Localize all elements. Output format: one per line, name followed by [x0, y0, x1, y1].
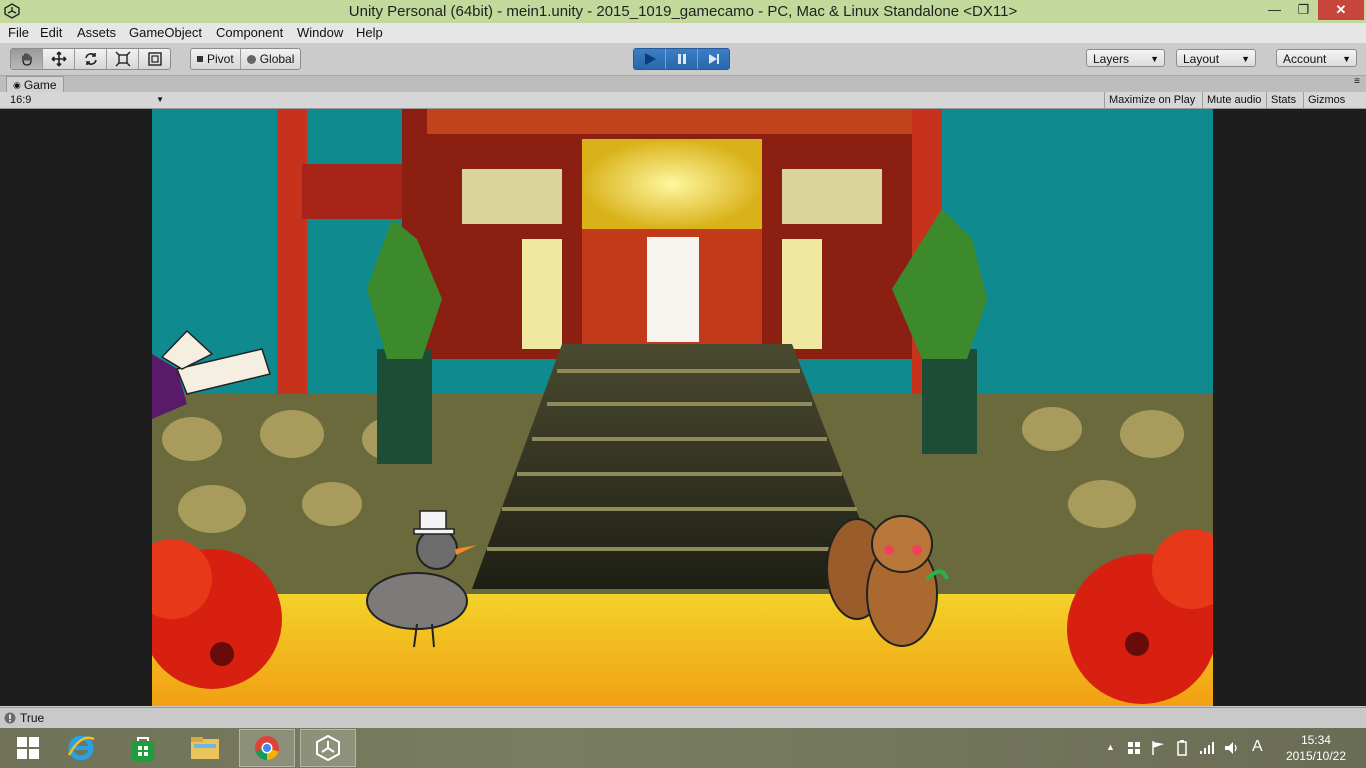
rect-transform-icon — [147, 52, 162, 66]
battery-icon[interactable] — [1175, 740, 1189, 756]
taskbar-unity[interactable] — [300, 729, 356, 767]
menu-window[interactable]: Window — [297, 25, 343, 40]
global-label: Global — [259, 52, 295, 66]
ime-indicator[interactable]: A — [1252, 738, 1263, 756]
folder-icon — [191, 737, 219, 759]
game-view[interactable] — [152, 109, 1213, 706]
rect-tool-button[interactable] — [139, 49, 170, 69]
gate-roof-beam — [427, 109, 917, 134]
left-dragon-panel — [462, 169, 562, 224]
aspect-ratio-dropdown[interactable]: 16:9 ▼ — [6, 92, 166, 108]
game-tab-bar: ◉ Game ≡ — [0, 76, 1366, 93]
minimize-button[interactable]: — — [1261, 0, 1288, 20]
gate-opening — [647, 237, 699, 342]
aspect-label: 16:9 — [10, 94, 32, 106]
store-bag-icon — [132, 737, 154, 761]
pause-icon — [677, 54, 686, 64]
window-title: Unity Personal (64bit) - mein1.unity - 2… — [348, 3, 1018, 20]
dropdown-arrow-icon: ▼ — [156, 95, 164, 104]
menu-assets[interactable]: Assets — [77, 25, 116, 40]
dropdown-arrow-icon: ▼ — [1150, 54, 1159, 64]
dropdown-arrow-icon: ▼ — [1342, 54, 1351, 64]
title-bar: Unity Personal (64bit) - mein1.unity - 2… — [0, 0, 1366, 23]
menu-gameobject[interactable]: GameObject — [129, 25, 202, 40]
move-tool-button[interactable] — [43, 49, 75, 69]
windows-taskbar: ▲ A 15:34 2015/10/22 — [0, 728, 1366, 768]
scale-tool-button[interactable] — [107, 49, 139, 69]
account-label: Account — [1283, 52, 1327, 66]
globe-icon — [246, 54, 256, 64]
rotate-icon — [84, 53, 97, 65]
play-button[interactable] — [634, 49, 666, 69]
clock-date: 2015/10/22 — [1285, 749, 1346, 763]
pivot-button[interactable]: Pivot — [191, 49, 241, 69]
console-status-bar[interactable]: True — [0, 707, 1366, 729]
step-button[interactable] — [698, 49, 729, 69]
left-pillar — [277, 109, 307, 394]
unity-icon — [316, 734, 340, 762]
console-status-text: True — [20, 711, 45, 725]
gate-glow-panel — [582, 139, 762, 229]
game-view-toolbar: 16:9 ▼ Maximize on Play Mute audio Stats… — [0, 92, 1366, 109]
step-icon — [708, 54, 719, 64]
volume-icon[interactable] — [1224, 741, 1240, 755]
flag-icon[interactable] — [1151, 740, 1165, 756]
maximize-button[interactable]: ❐ — [1290, 0, 1317, 20]
dropdown-arrow-icon: ▼ — [1241, 54, 1250, 64]
hand-icon — [21, 53, 32, 66]
info-icon — [4, 712, 16, 724]
layers-label: Layers — [1093, 52, 1130, 66]
network-signal-icon[interactable] — [1199, 741, 1215, 755]
left-window — [522, 239, 562, 349]
account-dropdown[interactable]: Account ▼ — [1276, 49, 1357, 67]
gizmos-dropdown[interactable]: Gizmos — [1303, 92, 1349, 108]
transform-tools — [10, 48, 171, 70]
panel-menu-icon[interactable]: ≡ — [1354, 76, 1360, 87]
pause-button[interactable] — [666, 49, 698, 69]
clock-time: 15:34 — [1300, 733, 1331, 747]
pivot-global-group: Pivot Global — [190, 48, 302, 70]
taskbar-windows-store[interactable] — [115, 729, 171, 767]
tray-overflow-icon[interactable]: ▲ — [1106, 742, 1115, 752]
taskbar-chrome[interactable] — [239, 729, 295, 767]
scale-icon — [115, 51, 130, 67]
menu-component[interactable]: Component — [216, 25, 283, 40]
global-button[interactable]: Global — [241, 49, 301, 69]
action-center-icon[interactable] — [1127, 741, 1141, 755]
taskbar-internet-explorer[interactable] — [53, 729, 109, 767]
play-icon — [644, 53, 656, 65]
chrome-icon — [255, 736, 279, 760]
game-scene — [152, 109, 1213, 706]
layout-dropdown[interactable]: Layout ▼ — [1176, 49, 1256, 67]
game-controller-icon: ◉ — [13, 80, 21, 90]
layers-dropdown[interactable]: Layers ▼ — [1086, 49, 1165, 67]
start-button[interactable] — [0, 729, 56, 767]
tab-game-label: Game — [23, 78, 57, 92]
rotate-tool-button[interactable] — [75, 49, 107, 69]
menu-help[interactable]: Help — [356, 25, 383, 40]
right-dragon-panel — [782, 169, 882, 224]
pivot-label: Pivot — [207, 52, 234, 66]
playback-controls — [633, 48, 730, 70]
maximize-on-play-toggle[interactable]: Maximize on Play — [1104, 92, 1199, 108]
stats-toggle[interactable]: Stats — [1266, 92, 1300, 108]
menu-file[interactable]: File — [8, 25, 29, 40]
menu-bar: File Edit Assets GameObject Component Wi… — [0, 23, 1366, 43]
yellow-floor — [152, 594, 1213, 706]
mute-audio-toggle[interactable]: Mute audio — [1202, 92, 1265, 108]
windows-logo-icon — [17, 737, 39, 759]
taskbar-file-explorer[interactable] — [177, 729, 233, 767]
internet-explorer-icon — [67, 735, 95, 761]
move-arrows-icon — [51, 51, 66, 67]
close-button[interactable]: ✕ — [1318, 0, 1364, 20]
right-window — [782, 239, 822, 349]
taskbar-clock[interactable]: 15:34 2015/10/22 — [1286, 732, 1346, 764]
menu-edit[interactable]: Edit — [40, 25, 62, 40]
toolbar: Pivot Global Layers ▼ Layout ▼ Account ▼ — [0, 43, 1366, 76]
tab-game[interactable]: ◉ Game — [6, 76, 64, 93]
left-awning — [302, 164, 402, 219]
pivot-icon — [197, 56, 203, 62]
hand-tool-button[interactable] — [11, 49, 43, 69]
layout-label: Layout — [1183, 52, 1220, 66]
